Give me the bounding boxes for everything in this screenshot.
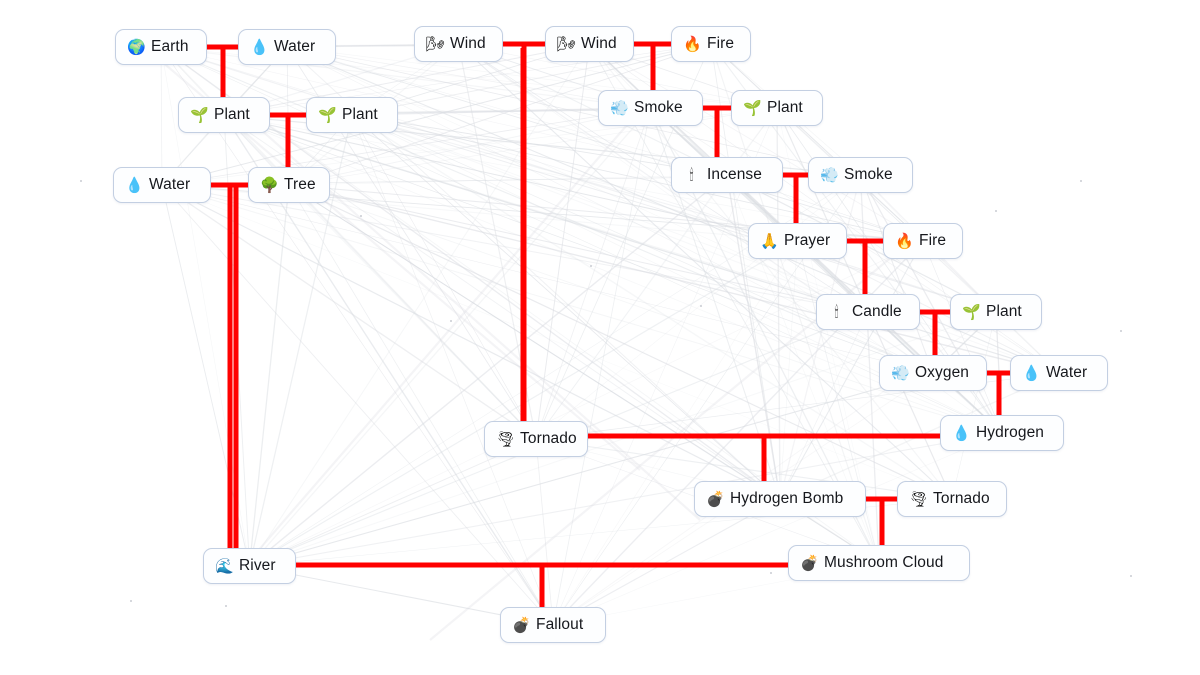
water-droplet-icon: 💧 (250, 38, 269, 56)
background-speck (1080, 180, 1082, 182)
praying-hands-icon: 🙏 (760, 232, 779, 250)
background-speck (770, 572, 772, 574)
smoke-icon: 💨 (610, 99, 629, 117)
recipe-node-water_right[interactable]: 💧 Water (1010, 355, 1108, 391)
recipe-node-label: Candle (852, 303, 902, 321)
plant-seedling-icon: 🌱 (962, 303, 981, 321)
recipe-node-label: Plant (986, 303, 1022, 321)
recipe-node-label: Hydrogen Bomb (730, 490, 844, 508)
recipe-node-label: Prayer (784, 232, 831, 250)
recipe-node-label: Water (149, 176, 191, 194)
recipe-node-fire_top[interactable]: 🔥 Fire (671, 26, 751, 62)
tree-icon: 🌳 (260, 176, 279, 194)
recipe-node-label: Fallout (536, 616, 584, 634)
recipe-node-tornado_a[interactable]: 🌪 Tornado (484, 421, 588, 457)
recipe-node-river[interactable]: 🌊 River (203, 548, 296, 584)
recipe-node-label: Hydrogen (976, 424, 1045, 442)
recipe-node-incense[interactable]: 🕯 Incense (671, 157, 783, 193)
plant-seedling-icon: 🌱 (318, 106, 337, 124)
tornado-icon: 🌪 (496, 430, 516, 448)
background-speck (130, 600, 132, 602)
recipe-node-smoke_a[interactable]: 💨 Smoke (598, 90, 703, 126)
plant-seedling-icon: 🌱 (743, 99, 762, 117)
recipe-node-label: Oxygen (915, 364, 970, 382)
bomb-icon: 💣 (512, 616, 531, 634)
bomb-icon: 💣 (800, 554, 819, 572)
oxygen-gas-icon: 💨 (891, 364, 910, 382)
wind-icon: 🌬 (426, 35, 446, 53)
recipe-tree-canvas[interactable]: 🌍 Earth 💧 Water 🌬 Wind 🌬 Wind 🔥 Fire 🌱 Plant 🌱 Plant 💨… (0, 0, 1200, 675)
earth-globe-icon: 🌍 (127, 38, 146, 56)
tornado-icon: 🌪 (909, 490, 929, 508)
background-speck (590, 265, 592, 267)
recipe-node-smoke_b[interactable]: 💨 Smoke (808, 157, 913, 193)
recipe-node-hydrogen_bomb[interactable]: 💣 Hydrogen Bomb (694, 481, 866, 517)
recipe-node-hydrogen[interactable]: 💧 Hydrogen (940, 415, 1064, 451)
background-speck (80, 180, 82, 182)
recipe-node-water_left[interactable]: 💧 Water (113, 167, 211, 203)
recipe-node-tornado_b[interactable]: 🌪 Tornado (897, 481, 1007, 517)
hydrogen-droplet-icon: 💧 (952, 424, 971, 442)
recipe-node-label: Tree (284, 176, 316, 194)
recipe-node-fire_right[interactable]: 🔥 Fire (883, 223, 963, 259)
recipe-node-plant_c[interactable]: 🌱 Plant (731, 90, 823, 126)
water-droplet-icon: 💧 (1022, 364, 1041, 382)
background-speck (360, 215, 362, 217)
recipe-node-tree[interactable]: 🌳 Tree (248, 167, 330, 203)
wind-icon: 🌬 (557, 35, 577, 53)
recipe-node-plant_a[interactable]: 🌱 Plant (178, 97, 270, 133)
background-speck (700, 305, 702, 307)
recipe-node-label: Tornado (520, 430, 577, 448)
recipe-node-label: Wind (581, 35, 617, 53)
recipe-node-label: Plant (342, 106, 378, 124)
recipe-node-candle[interactable]: 🕯 Candle (816, 294, 920, 330)
recipe-node-label: Plant (214, 106, 250, 124)
smoke-icon: 💨 (820, 166, 839, 184)
recipe-node-wind_b[interactable]: 🌬 Wind (545, 26, 634, 62)
fire-icon: 🔥 (683, 35, 702, 53)
candle-icon: 🕯 (834, 303, 839, 321)
recipe-node-plant_b[interactable]: 🌱 Plant (306, 97, 398, 133)
recipe-node-label: Fire (919, 232, 947, 250)
background-speck (1120, 330, 1122, 332)
recipe-node-label: Water (1046, 364, 1088, 382)
recipe-node-earth[interactable]: 🌍 Earth (115, 29, 207, 65)
recipe-node-label: Incense (707, 166, 762, 184)
recipe-node-label: Smoke (634, 99, 683, 117)
water-droplet-icon: 💧 (125, 176, 144, 194)
recipe-node-label: Tornado (933, 490, 990, 508)
recipe-node-label: Water (274, 38, 316, 56)
recipe-node-label: River (239, 557, 276, 575)
plant-seedling-icon: 🌱 (190, 106, 209, 124)
recipe-node-plant_d[interactable]: 🌱 Plant (950, 294, 1042, 330)
fire-icon: 🔥 (895, 232, 914, 250)
background-speck (1130, 575, 1132, 577)
recipe-node-label: Plant (767, 99, 803, 117)
recipe-node-label: Smoke (844, 166, 893, 184)
recipe-node-water_top[interactable]: 💧 Water (238, 29, 336, 65)
background-speck (450, 320, 452, 322)
recipe-node-oxygen[interactable]: 💨 Oxygen (879, 355, 987, 391)
recipe-node-wind_a[interactable]: 🌬 Wind (414, 26, 503, 62)
recipe-node-fallout[interactable]: 💣 Fallout (500, 607, 606, 643)
recipe-node-label: Earth (151, 38, 189, 56)
river-wave-icon: 🌊 (215, 557, 234, 575)
recipe-node-label: Mushroom Cloud (824, 554, 944, 572)
recipe-node-label: Fire (707, 35, 735, 53)
recipe-node-mushroom_cloud[interactable]: 💣 Mushroom Cloud (788, 545, 970, 581)
recipe-node-prayer[interactable]: 🙏 Prayer (748, 223, 847, 259)
recipe-node-label: Wind (450, 35, 486, 53)
background-speck (995, 210, 997, 212)
bomb-icon: 💣 (706, 490, 725, 508)
incense-candle-icon: 🕯 (689, 166, 694, 184)
background-speck (225, 605, 227, 607)
